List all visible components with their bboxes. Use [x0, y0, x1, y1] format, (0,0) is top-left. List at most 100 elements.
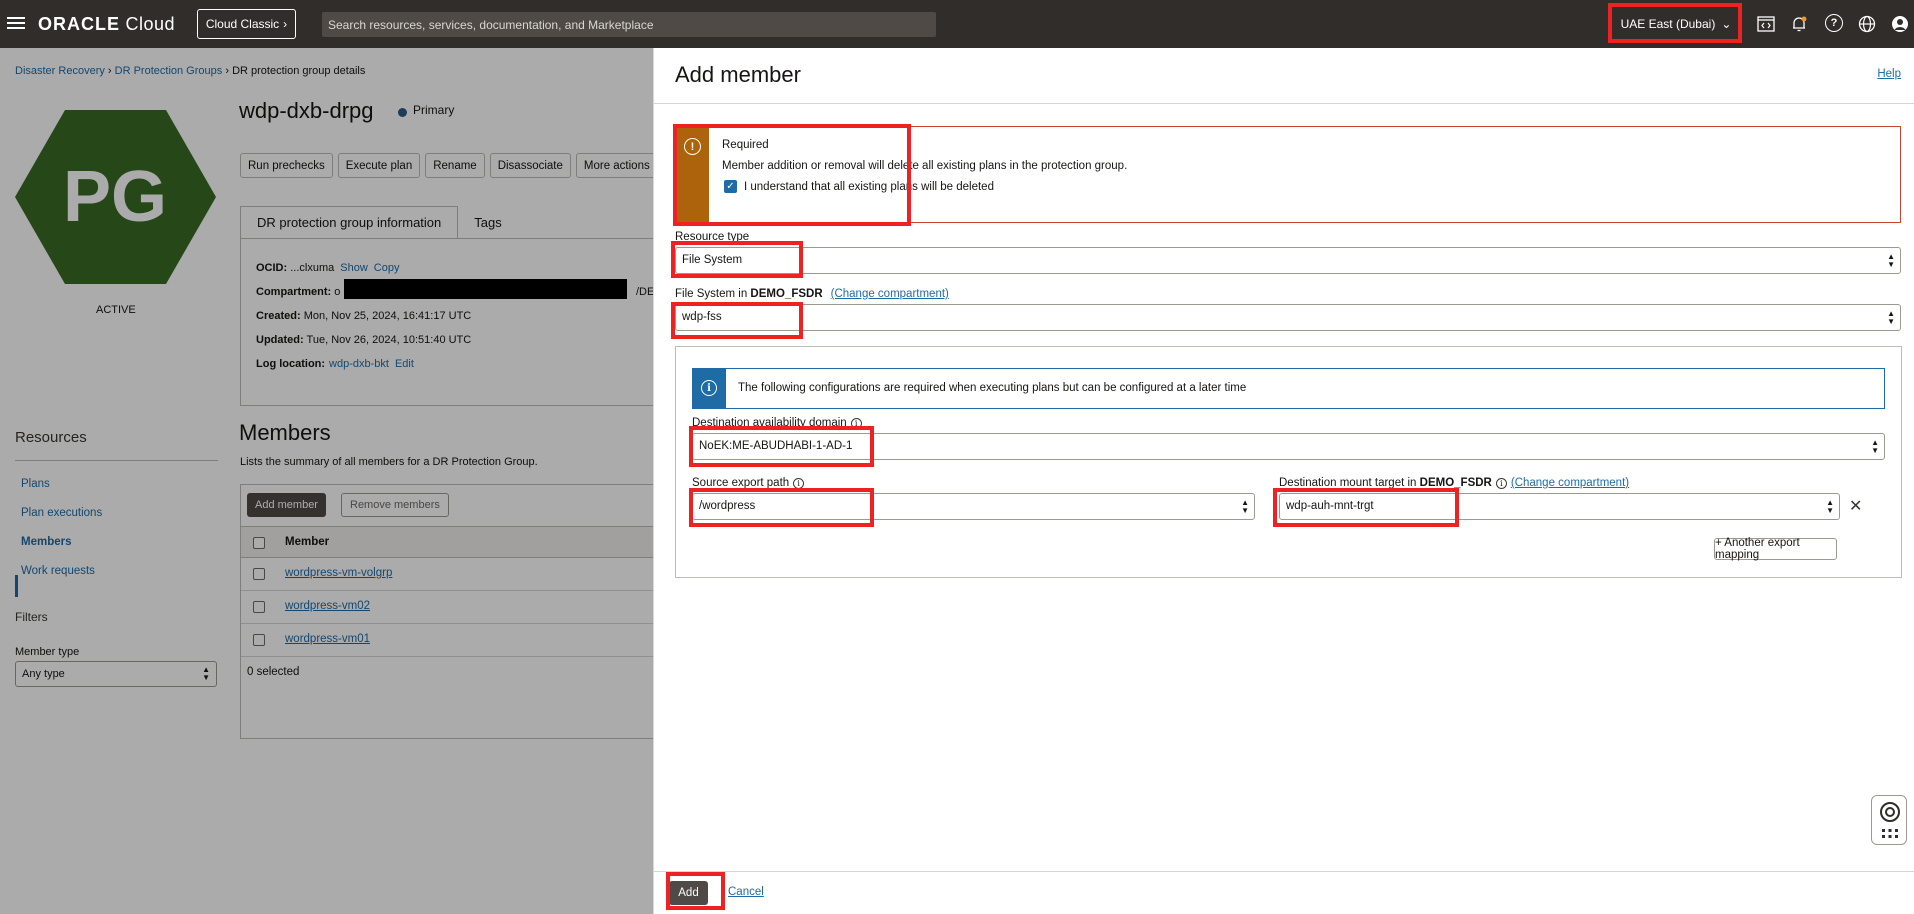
select-arrows-icon: ▲ ▼ — [1241, 498, 1249, 515]
info-icon[interactable]: i — [1495, 478, 1507, 489]
filters-heading: Filters — [15, 610, 48, 624]
warning-message: Member addition or removal will delete a… — [722, 160, 1128, 172]
role-status-text: Primary — [413, 103, 455, 117]
cloud-classic-button[interactable]: Cloud Classic › — [197, 9, 296, 39]
add-member-panel: Add member Help ! Required Member additi… — [653, 48, 1914, 914]
add-member-button[interactable]: Add member — [247, 493, 326, 517]
run-prechecks-button[interactable]: Run prechecks — [240, 153, 333, 178]
required-warning: ! Required Member addition or removal wi… — [675, 126, 1901, 223]
destination-ad-select[interactable]: NoEK:ME-ABUDHABI-1-AD-1 ▲ ▼ — [692, 433, 1885, 460]
warning-icon: ! — [684, 138, 701, 155]
protection-group-hexagon-badge: PG — [15, 110, 216, 284]
sidebar-item-plans[interactable]: Plans — [21, 478, 50, 490]
source-export-label: Source export path i — [692, 477, 805, 489]
region-selector[interactable]: UAE East (Dubai) ⌄ — [1614, 9, 1738, 39]
select-arrows-icon: ▲ ▼ — [1871, 438, 1879, 455]
show-ocid-link[interactable]: Show — [340, 262, 368, 274]
row-checkbox[interactable] — [253, 634, 265, 646]
help-link[interactable]: Help — [1877, 68, 1901, 80]
top-navigation-bar: ORACLE Cloud Cloud Classic › Search resou… — [0, 0, 1914, 48]
role-status-dot — [398, 108, 407, 117]
member-link[interactable]: wordpress-vm-volgrp — [285, 567, 392, 579]
lifecycle-state-label: ACTIVE — [96, 304, 136, 316]
chevron-right-icon: › — [283, 17, 288, 31]
lifebuoy-icon — [1880, 802, 1900, 838]
another-export-mapping-button[interactable]: + Another export mapping — [1714, 537, 1837, 561]
search-input[interactable]: Search resources, services, documentatio… — [322, 12, 936, 37]
panel-header: Add member Help — [654, 48, 1914, 104]
change-compartment-link[interactable]: (Change compartment) — [831, 288, 949, 300]
tab-tags[interactable]: Tags — [458, 206, 517, 238]
file-system-select[interactable]: wdp-fss ▲ ▼ — [675, 304, 1901, 331]
help-icon[interactable]: ? — [1825, 14, 1843, 32]
member-type-select[interactable]: Any type ▲ ▼ — [15, 661, 217, 687]
warning-strip: ! — [676, 127, 709, 222]
info-banner: i The following configurations are requi… — [692, 368, 1885, 409]
table-row: wordpress-vm01 — [241, 624, 653, 657]
sidebar-item-members[interactable]: Members — [21, 536, 72, 548]
info-strip: i — [693, 369, 726, 408]
breadcrumb-disaster-recovery[interactable]: Disaster Recovery — [15, 65, 105, 77]
user-profile-icon[interactable] — [1890, 14, 1910, 34]
members-heading: Members — [239, 420, 331, 445]
resource-type-label: Resource type — [675, 231, 750, 243]
edit-log-location-link[interactable]: Edit — [395, 358, 414, 370]
copy-ocid-link[interactable]: Copy — [374, 262, 400, 274]
sidebar-item-work-requests[interactable]: Work requests — [21, 565, 95, 577]
notifications-bell-icon[interactable] — [1789, 14, 1809, 34]
destination-ad-label: Destination availability domain i — [692, 417, 862, 429]
rename-button[interactable]: Rename — [425, 153, 485, 178]
member-type-label: Member type — [15, 646, 80, 658]
sidebar-item-plan-executions[interactable]: Plan executions — [21, 507, 102, 519]
info-icon[interactable]: i — [793, 478, 805, 489]
info-banner-text: The following configurations are require… — [738, 382, 1247, 394]
change-compartment-link[interactable]: (Change compartment) — [1511, 477, 1629, 489]
chevron-down-icon: ⌄ — [1721, 17, 1732, 31]
language-globe-icon[interactable] — [1857, 14, 1877, 34]
breadcrumb-dr-protection-groups[interactable]: DR Protection Groups — [115, 65, 223, 77]
log-location-link[interactable]: wdp-dxb-bkt — [329, 358, 389, 370]
row-checkbox[interactable] — [253, 568, 265, 580]
redacted-compartment — [344, 279, 627, 299]
remove-members-button[interactable]: Remove members — [341, 493, 449, 517]
cancel-link[interactable]: Cancel — [728, 886, 764, 898]
hamburger-menu-icon[interactable] — [7, 14, 25, 32]
select-arrows-icon: ▲ ▼ — [1887, 252, 1895, 269]
info-tabs: DR protection group information Tags — [240, 206, 518, 238]
member-column-header: Member — [285, 536, 330, 548]
file-system-label: File System in DEMO_FSDR (Change compartm… — [675, 288, 949, 300]
acknowledge-checkbox[interactable]: ✓ — [724, 180, 737, 193]
select-all-checkbox[interactable] — [253, 537, 265, 549]
info-icon[interactable]: i — [850, 418, 862, 429]
breadcrumb: Disaster Recovery › DR Protection Groups… — [15, 65, 366, 77]
add-button[interactable]: Add — [669, 881, 708, 905]
select-arrows-icon: ▲ ▼ — [202, 665, 210, 682]
log-location-row: Log location: wdp-dxb-bkt Edit — [256, 358, 414, 370]
code-editor-icon[interactable] — [1756, 14, 1776, 34]
execute-plan-button[interactable]: Execute plan — [337, 153, 421, 178]
row-checkbox[interactable] — [253, 601, 265, 613]
svg-text:PG: PG — [63, 157, 167, 237]
member-link[interactable]: wordpress-vm01 — [285, 633, 370, 645]
table-row: wordpress-vm-volgrp — [241, 558, 653, 591]
help-support-widget[interactable] — [1871, 795, 1907, 845]
source-export-select[interactable]: /wordpress ▲ ▼ — [692, 493, 1255, 520]
remove-mapping-close-icon[interactable]: ✕ — [1849, 496, 1862, 516]
members-description: Lists the summary of all members for a D… — [240, 456, 538, 468]
panel-footer: Add Cancel — [654, 871, 1914, 914]
actions-toolbar: Run prechecks Execute plan Rename Disass… — [240, 153, 653, 178]
select-arrows-icon: ▲ ▼ — [1826, 498, 1834, 515]
tab-dr-protection-group-information[interactable]: DR protection group information — [240, 206, 459, 238]
destination-mount-select[interactable]: wdp-auh-mnt-trgt ▲ ▼ — [1279, 493, 1840, 520]
ocid-row: OCID: ...clxuma Show Copy — [256, 262, 400, 274]
info-icon: i — [701, 380, 717, 396]
oracle-cloud-logo[interactable]: ORACLE Cloud — [38, 14, 175, 35]
updated-row: Updated: Tue, Nov 26, 2024, 10:51:40 UTC — [256, 334, 472, 346]
disassociate-button[interactable]: Disassociate — [489, 153, 571, 178]
resource-type-select[interactable]: File System ▲ ▼ — [675, 247, 1901, 274]
acknowledge-label[interactable]: I understand that all existing plans wil… — [744, 181, 994, 193]
member-link[interactable]: wordpress-vm02 — [285, 600, 370, 612]
more-actions-button[interactable]: More actions — [575, 153, 653, 178]
compartment-row: Compartment: o/DEM — [256, 286, 653, 298]
selected-count: 0 selected — [247, 666, 300, 678]
